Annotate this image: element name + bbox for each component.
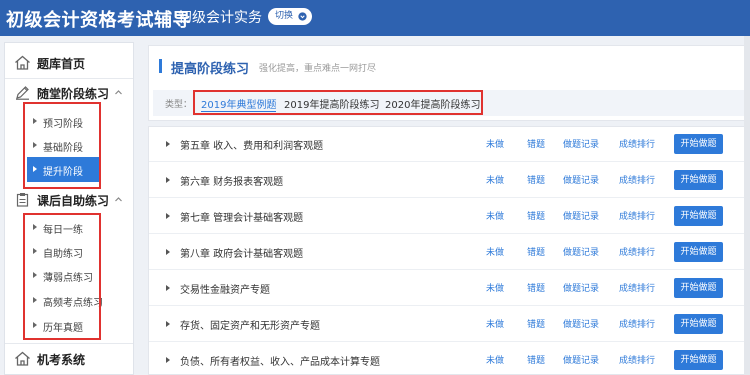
undone-link[interactable]: 未做 [486, 281, 504, 294]
highlight-box [23, 213, 101, 340]
nav-home[interactable]: 题库首页 [5, 47, 133, 79]
record-link[interactable]: 做题记录 [563, 209, 599, 222]
home-icon [15, 55, 30, 70]
list-item[interactable]: 交易性金融资产专题 未做 错题 做题记录 成绩排行 开始做题 [149, 270, 749, 306]
page-title: 提高阶段练习 [171, 62, 250, 77]
undone-link[interactable]: 未做 [486, 173, 504, 186]
chevron-down-icon [298, 12, 307, 21]
rank-link[interactable]: 成绩排行 [619, 137, 655, 150]
exercise-title[interactable]: 第七章 管理会计基础客观题 [180, 209, 303, 224]
main-content: 提高阶段练习 强化提高，重点难点一网打尽 类型： 2019年典型例题 2019年… [148, 45, 750, 375]
start-button[interactable]: 开始做题 [674, 206, 723, 226]
exercise-title[interactable]: 第六章 财务报表客观题 [180, 173, 283, 188]
record-link[interactable]: 做题记录 [563, 281, 599, 294]
rank-link[interactable]: 成绩排行 [619, 245, 655, 258]
list-item[interactable]: 第六章 财务报表客观题 未做 错题 做题记录 成绩排行 开始做题 [149, 162, 749, 198]
nav-home-label: 题库首页 [37, 57, 86, 71]
expand-arrow-icon[interactable] [166, 177, 170, 183]
home-icon [15, 351, 30, 366]
sidebar: 题库首页 随堂阶段练习 预习阶段 基础阶段 提升阶段 课后自助练习 每日一练 自… [4, 42, 134, 375]
rank-link[interactable]: 成绩排行 [619, 281, 655, 294]
title-accent-bar [159, 59, 162, 73]
exercise-title[interactable]: 交易性金融资产专题 [180, 281, 270, 296]
undone-link[interactable]: 未做 [486, 245, 504, 258]
start-button[interactable]: 开始做题 [674, 350, 723, 370]
switch-button[interactable]: 切换 [268, 8, 312, 25]
undone-link[interactable]: 未做 [486, 209, 504, 222]
expand-arrow-icon[interactable] [166, 285, 170, 291]
list-item[interactable]: 存货、固定资产和无形资产专题 未做 错题 做题记录 成绩排行 开始做题 [149, 306, 749, 342]
chevron-up-icon [115, 90, 122, 95]
start-button[interactable]: 开始做题 [674, 242, 723, 262]
nav-group-label: 随堂阶段练习 [37, 87, 110, 101]
wrong-link[interactable]: 错题 [527, 209, 545, 222]
app-title: 初级会计资格考试辅导 [6, 10, 191, 31]
section-header: 提高阶段练习 强化提高，重点难点一网打尽 类型： 2019年典型例题 2019年… [148, 45, 750, 121]
wrong-link[interactable]: 错题 [527, 353, 545, 366]
exercise-title[interactable]: 负债、所有者权益、收入、产品成本计算专题 [180, 353, 380, 368]
record-link[interactable]: 做题记录 [563, 173, 599, 186]
wrong-link[interactable]: 错题 [527, 245, 545, 258]
start-button[interactable]: 开始做题 [674, 170, 723, 190]
highlight-box [193, 90, 483, 115]
wrong-link[interactable]: 错题 [527, 281, 545, 294]
undone-link[interactable]: 未做 [486, 137, 504, 150]
filter-bar: 类型： 2019年典型例题 2019年提高阶段练习 2020年提高阶段练习 [153, 90, 747, 116]
expand-arrow-icon[interactable] [166, 321, 170, 327]
wrong-link[interactable]: 错题 [527, 317, 545, 330]
list-item[interactable]: 负债、所有者权益、收入、产品成本计算专题 未做 错题 做题记录 成绩排行 开始做题 [149, 342, 749, 375]
wrong-link[interactable]: 错题 [527, 173, 545, 186]
expand-arrow-icon[interactable] [166, 357, 170, 363]
list-item[interactable]: 第五章 收入、费用和利润客观题 未做 错题 做题记录 成绩排行 开始做题 [149, 126, 749, 162]
expand-arrow-icon[interactable] [166, 249, 170, 255]
switch-label: 切换 [275, 11, 294, 21]
clipboard-icon [16, 193, 29, 207]
wrong-link[interactable]: 错题 [527, 137, 545, 150]
list-item[interactable]: 第七章 管理会计基础客观题 未做 错题 做题记录 成绩排行 开始做题 [149, 198, 749, 234]
nav-group-self-practice[interactable]: 课后自助练习 [5, 186, 133, 214]
pencil-icon [16, 86, 29, 100]
undone-link[interactable]: 未做 [486, 353, 504, 366]
record-link[interactable]: 做题记录 [563, 353, 599, 366]
rank-link[interactable]: 成绩排行 [619, 317, 655, 330]
record-link[interactable]: 做题记录 [563, 245, 599, 258]
filter-label: 类型： [165, 100, 193, 110]
start-button[interactable]: 开始做题 [674, 278, 723, 298]
list-item[interactable]: 第八章 政府会计基础客观题 未做 错题 做题记录 成绩排行 开始做题 [149, 234, 749, 270]
exercise-title[interactable]: 存货、固定资产和无形资产专题 [180, 317, 320, 332]
expand-arrow-icon[interactable] [166, 141, 170, 147]
expand-arrow-icon[interactable] [166, 213, 170, 219]
nav-exam-system[interactable]: 机考系统 [5, 343, 133, 375]
rank-link[interactable]: 成绩排行 [619, 173, 655, 186]
subject-title: 初级会计实务 [178, 10, 262, 26]
scrollbar[interactable] [744, 36, 750, 375]
page-subtitle: 强化提高，重点难点一网打尽 [259, 64, 377, 74]
rank-link[interactable]: 成绩排行 [619, 353, 655, 366]
exercise-list: 第五章 收入、费用和利润客观题 未做 错题 做题记录 成绩排行 开始做题 第六章 财务报表客… [148, 126, 750, 375]
start-button[interactable]: 开始做题 [674, 314, 723, 334]
chevron-up-icon [115, 197, 122, 202]
undone-link[interactable]: 未做 [486, 317, 504, 330]
top-header: 初级会计资格考试辅导 初级会计实务 切换 [0, 0, 750, 36]
record-link[interactable]: 做题记录 [563, 317, 599, 330]
nav-group-label: 课后自助练习 [37, 194, 110, 208]
rank-link[interactable]: 成绩排行 [619, 209, 655, 222]
highlight-box [23, 102, 101, 189]
nav-exam-label: 机考系统 [37, 353, 86, 367]
record-link[interactable]: 做题记录 [563, 137, 599, 150]
start-button[interactable]: 开始做题 [674, 134, 723, 154]
exercise-title[interactable]: 第五章 收入、费用和利润客观题 [180, 137, 323, 152]
exercise-title[interactable]: 第八章 政府会计基础客观题 [180, 245, 303, 260]
